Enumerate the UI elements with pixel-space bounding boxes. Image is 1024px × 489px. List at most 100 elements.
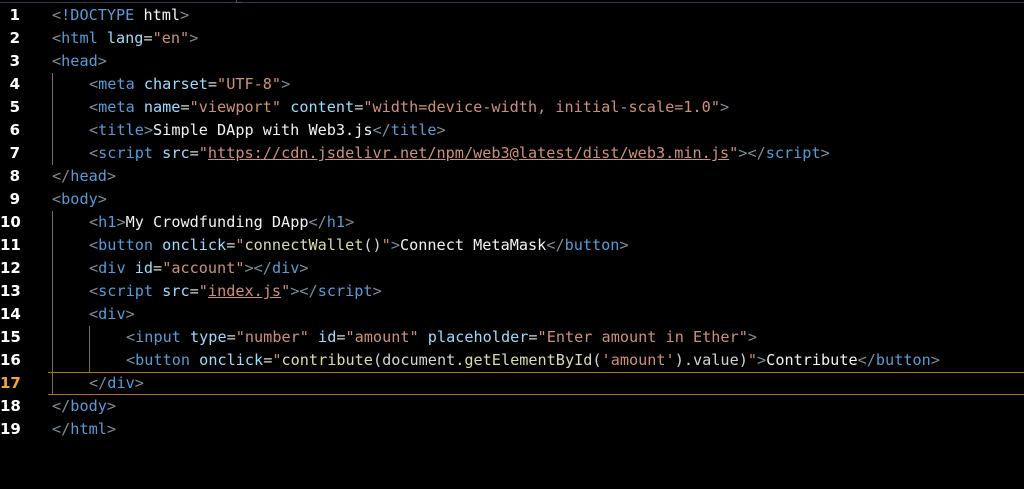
code-token: < <box>89 75 99 93</box>
code-token: > <box>116 213 126 231</box>
indent-guide <box>52 280 53 303</box>
code-token: </ <box>308 213 327 231</box>
code-token: input <box>135 328 181 346</box>
code-token: Contribute <box>766 351 858 369</box>
code-token: > <box>180 6 190 24</box>
code-token: Connect MetaMask <box>399 236 547 254</box>
line-number: 16 <box>0 351 21 369</box>
code-area[interactable]: <!DOCTYPE html> <html lang="en"> <head> … <box>48 4 1024 441</box>
code-line[interactable]: <meta name="viewport" content="width=dev… <box>52 96 1024 119</box>
code-line[interactable]: <meta charset="UTF-8"> <box>52 73 1024 96</box>
code-token: id <box>125 259 154 277</box>
code-line[interactable]: <head> <box>52 50 1024 73</box>
code-token: placeholder <box>418 328 529 346</box>
indent-guide <box>52 349 53 372</box>
code-token: onclick <box>190 351 264 369</box>
line-number: 13 <box>0 282 21 300</box>
line-number: 14 <box>0 305 21 323</box>
code-editor[interactable]: 1 2 3 4 5 6 7 8 9 10 11 12 13 14 15 16 1… <box>0 0 1024 489</box>
code-token: < <box>89 236 99 254</box>
code-token: > <box>390 236 400 254</box>
code-line[interactable]: <button onclick="contribute(document.get… <box>52 349 1024 372</box>
line-number: 10 <box>0 213 21 231</box>
line-number: 5 <box>9 98 20 116</box>
code-line[interactable]: <script src="index.js"></script> <box>52 280 1024 303</box>
code-token: div <box>271 259 300 277</box>
code-token: < <box>52 29 62 47</box>
code-token: " <box>235 236 245 254</box>
code-token: > <box>106 420 117 438</box>
code-token: body <box>61 190 98 208</box>
indent-guide <box>52 326 53 349</box>
indent-guide <box>52 257 53 280</box>
code-token: > <box>189 29 199 47</box>
code-token: < <box>52 6 62 24</box>
current-line-highlight[interactable]: </div> <box>48 372 1024 395</box>
code-line[interactable]: <!DOCTYPE html> <box>52 4 1024 27</box>
code-token: = <box>226 236 236 254</box>
code-line[interactable]: <title>Simple DApp with Web3.js</title> <box>52 119 1024 142</box>
code-token: Simple DApp with Web3.js <box>153 121 373 139</box>
indent-guide <box>52 142 53 165</box>
code-token: name <box>134 98 181 116</box>
code-token: head <box>70 167 107 185</box>
code-line[interactable]: <input type="number" id="amount" placeho… <box>52 326 1024 349</box>
code-token: "en" <box>152 29 190 47</box>
code-token: </ <box>299 282 318 300</box>
code-token: lang <box>97 29 144 47</box>
code-token: "width=device-width, initial-scale=1.0" <box>363 98 720 116</box>
code-line[interactable]: <button onclick="connectWallet()">Connec… <box>52 234 1024 257</box>
code-token: < <box>89 121 99 139</box>
code-token: > <box>106 167 117 185</box>
line-number: 19 <box>0 420 21 438</box>
code-token: h1 <box>326 213 346 231</box>
code-line[interactable]: <div> <box>52 303 1024 326</box>
code-token: ).value) <box>674 351 748 369</box>
code-line[interactable]: <script src="https://cdn.jsdelivr.net/np… <box>52 142 1024 165</box>
code-token: connectWallet <box>244 236 364 254</box>
code-token: meta <box>98 75 135 93</box>
line-number: 4 <box>9 75 20 93</box>
code-token: id <box>308 328 337 346</box>
code-token: ( <box>592 351 602 369</box>
code-token: html <box>61 29 98 47</box>
code-token: < <box>89 282 99 300</box>
code-token: " <box>729 144 739 162</box>
code-token: < <box>126 328 136 346</box>
code-token: < <box>126 351 136 369</box>
code-line[interactable]: <html lang="en"> <box>52 27 1024 50</box>
code-line[interactable]: <body> <box>52 188 1024 211</box>
code-token: = <box>153 259 163 277</box>
code-token: script <box>765 144 821 162</box>
code-line[interactable]: </body> <box>52 395 1024 418</box>
code-token: > <box>820 144 830 162</box>
code-token: getElementById <box>464 351 593 369</box>
code-token: > <box>930 351 940 369</box>
code-line[interactable]: </html> <box>52 418 1024 441</box>
code-token: body <box>70 397 107 415</box>
code-line[interactable]: <div id="account"></div> <box>52 257 1024 280</box>
code-token: </ <box>372 121 391 139</box>
line-number: 6 <box>9 121 20 139</box>
code-token: script <box>98 144 154 162</box>
script-src-link[interactable]: index.js <box>208 282 281 300</box>
active-line-number: 17 <box>0 374 21 392</box>
code-token: script <box>98 282 154 300</box>
code-token: button <box>564 236 620 254</box>
code-token: > <box>372 282 382 300</box>
code-token: = <box>226 328 236 346</box>
code-token: "Enter amount in Ether" <box>537 328 748 346</box>
code-line[interactable]: <h1>My Crowdfunding DApp</h1> <box>52 211 1024 234</box>
code-token: > <box>719 98 730 116</box>
code-token: > <box>125 305 135 323</box>
code-token: src <box>153 144 190 162</box>
code-token: " <box>198 282 208 300</box>
code-token: () <box>363 236 382 254</box>
indent-guide <box>52 234 53 257</box>
code-token: !DOCTYPE <box>61 6 135 24</box>
script-src-link[interactable]: https://cdn.jsdelivr.net/npm/web3@latest… <box>208 144 729 162</box>
code-token: script <box>317 282 373 300</box>
code-line[interactable]: </head> <box>52 165 1024 188</box>
code-token: < <box>52 190 62 208</box>
code-token: div <box>98 305 126 323</box>
